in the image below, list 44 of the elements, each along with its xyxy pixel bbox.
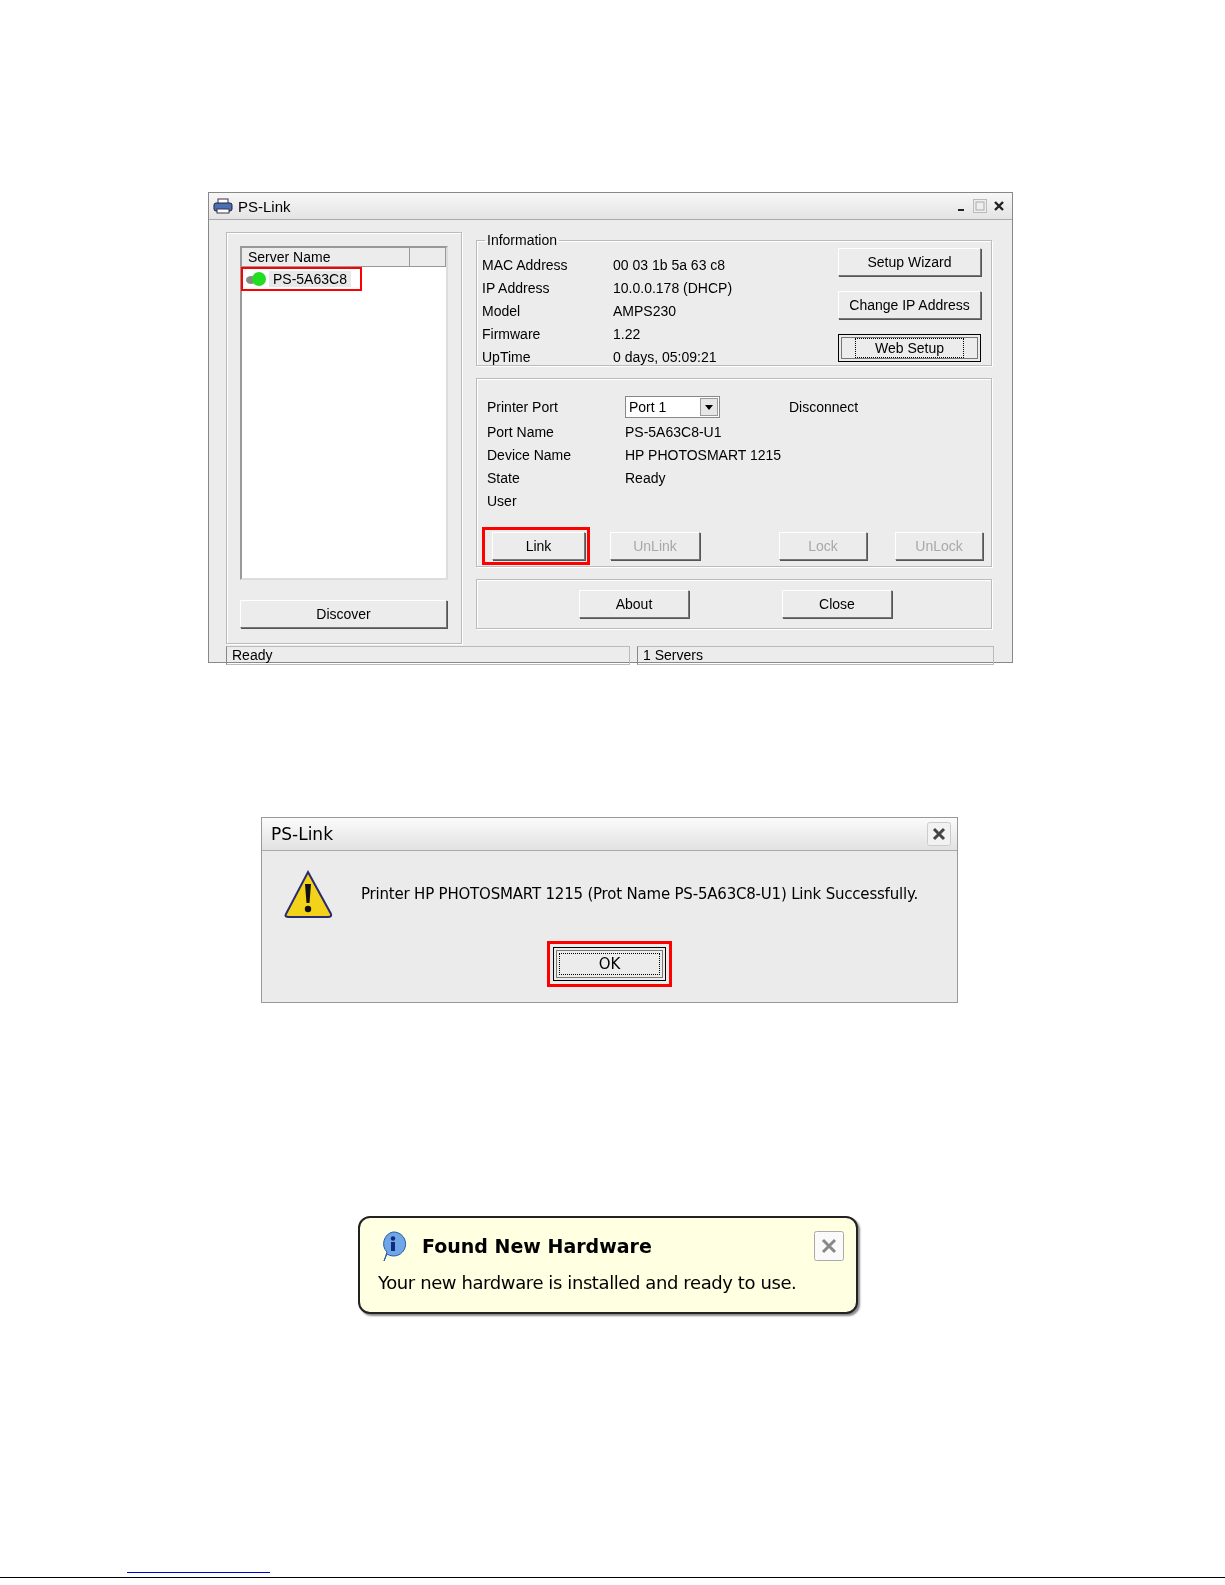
port-dropdown[interactable]: Port 1 bbox=[625, 396, 720, 418]
action-button[interactable]: Setup Wizard bbox=[838, 248, 981, 276]
field-value: Ready bbox=[625, 470, 666, 486]
close-icon bbox=[992, 199, 1006, 213]
field-value: HP PHOTOSMART 1215 bbox=[625, 447, 782, 463]
window-title: PS-Link bbox=[238, 197, 291, 215]
field-label: Model bbox=[482, 302, 522, 320]
field-label: MAC Address bbox=[482, 256, 569, 274]
action-button[interactable]: Close bbox=[782, 590, 892, 618]
field-label: IP Address bbox=[482, 279, 551, 297]
action-button[interactable]: Change IP Address bbox=[838, 291, 981, 319]
status-text: 1 Servers bbox=[637, 646, 994, 665]
group-legend: Information bbox=[485, 232, 560, 248]
field-label: Port Name bbox=[487, 423, 555, 441]
field-value: AMPS230 bbox=[613, 302, 678, 320]
minimize-icon bbox=[958, 209, 964, 211]
connection-status: Disconnect bbox=[789, 399, 859, 415]
close-icon bbox=[927, 822, 951, 846]
balloon-title: Found New Hardware bbox=[422, 1235, 653, 1257]
balloon-message: Your new hardware is installed and ready to use. bbox=[378, 1272, 798, 1293]
action-button[interactable]: Web Setup bbox=[838, 334, 981, 362]
field-label: Printer Port bbox=[487, 398, 559, 416]
status-text: Ready bbox=[226, 646, 630, 665]
maximize-icon bbox=[973, 199, 987, 213]
field-value: 1.22 bbox=[613, 325, 642, 343]
dialog-message: Printer HP PHOTOSMART 1215 (Prot Name PS-5A63C8-U1) Link Successfully. bbox=[361, 885, 919, 903]
field-value: 00 03 1b 5a 63 c8 bbox=[613, 256, 727, 274]
field-value: PS-5A63C8-U1 bbox=[625, 424, 722, 440]
field-value: 0 days, 05:09:21 bbox=[613, 348, 718, 366]
field-label: Firmware bbox=[482, 325, 542, 343]
close-icon bbox=[814, 1231, 844, 1261]
column-header[interactable]: Server Name bbox=[242, 248, 410, 267]
field-label: State bbox=[487, 469, 521, 487]
field-label: Device Name bbox=[487, 446, 573, 464]
discover-button[interactable]: Discover bbox=[240, 600, 447, 628]
printer-icon bbox=[213, 198, 233, 214]
dialog-title: PS-Link bbox=[271, 824, 333, 844]
field-label: User bbox=[487, 492, 518, 510]
field-value: 10.0.0.178 (DHCP) bbox=[613, 279, 733, 297]
action-button[interactable]: About bbox=[579, 590, 689, 618]
ok-button[interactable]: OK bbox=[553, 947, 666, 981]
field-label: UpTime bbox=[482, 348, 532, 366]
warning-icon bbox=[283, 869, 333, 919]
action-button[interactable]: Link bbox=[492, 532, 585, 560]
